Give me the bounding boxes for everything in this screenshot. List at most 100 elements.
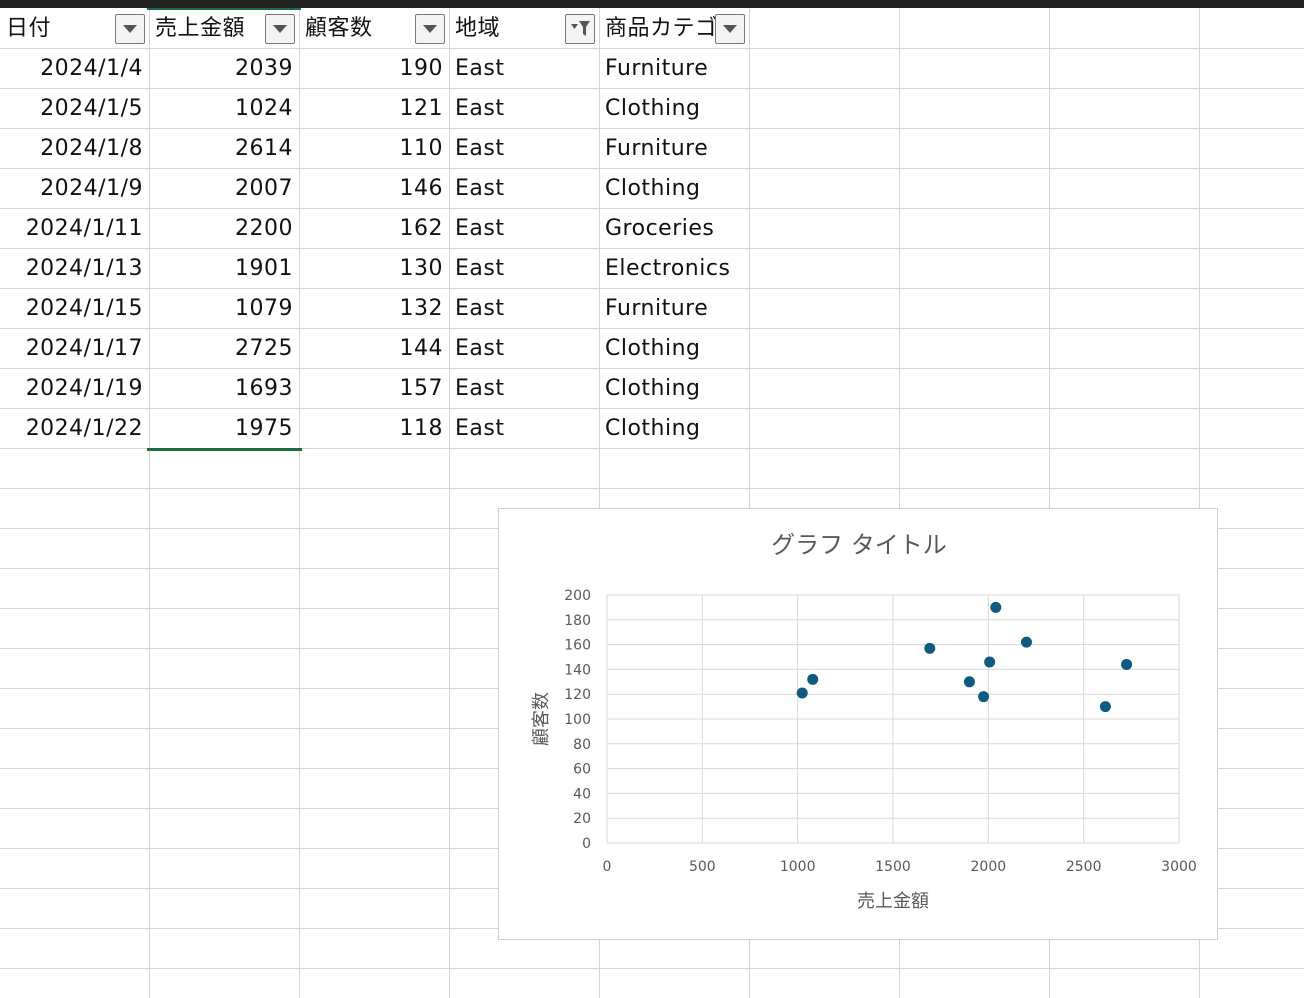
- chart-title[interactable]: グラフ タイトル: [771, 531, 947, 559]
- cell-category[interactable]: Groceries: [605, 209, 747, 248]
- data-point[interactable]: [807, 673, 819, 685]
- filter-dropdown-button[interactable]: [715, 14, 745, 44]
- cell-category[interactable]: Clothing: [605, 329, 747, 368]
- cell-customers[interactable]: 144: [299, 329, 443, 368]
- cell-customers[interactable]: 146: [299, 169, 443, 208]
- y-tick-label: 60: [573, 762, 591, 778]
- header-sales[interactable]: 売上金額: [150, 9, 269, 48]
- cell-region[interactable]: East: [455, 289, 597, 328]
- cell-region[interactable]: East: [455, 129, 597, 168]
- cell-sales[interactable]: 2614: [149, 129, 293, 168]
- chart-canvas: グラフ タイトル 0204060801001201401601802000 500…: [531, 531, 1197, 912]
- cell-date[interactable]: 2024/1/9: [0, 169, 143, 208]
- cell-category[interactable]: Clothing: [605, 369, 747, 408]
- cell-category[interactable]: Clothing: [605, 409, 747, 448]
- y-tick-label: 180: [564, 613, 591, 629]
- cell-category[interactable]: Clothing: [605, 89, 747, 128]
- x-axis-title[interactable]: 売上金額: [857, 891, 929, 912]
- cell-sales[interactable]: 2200: [149, 209, 293, 248]
- y-tick-label: 0: [582, 836, 591, 852]
- cell-date[interactable]: 2024/1/11: [0, 209, 143, 248]
- x-tick-label: 2500: [1066, 859, 1102, 875]
- y-tick-label: 160: [564, 638, 591, 654]
- cell-customers[interactable]: 132: [299, 289, 443, 328]
- cell-region[interactable]: East: [455, 49, 597, 88]
- header-region[interactable]: 地域: [450, 9, 569, 48]
- x-tick-label: 1000: [780, 859, 816, 875]
- cell-customers[interactable]: 130: [299, 249, 443, 288]
- filter-dropdown-button[interactable]: [415, 14, 445, 44]
- x-tick-label: 2000: [971, 859, 1007, 875]
- data-point[interactable]: [924, 642, 936, 654]
- y-tick-label: 200: [564, 588, 591, 604]
- cell-sales[interactable]: 1024: [149, 89, 293, 128]
- cell-date[interactable]: 2024/1/15: [0, 289, 143, 328]
- data-point[interactable]: [796, 687, 808, 699]
- y-tick-label: 20: [573, 811, 591, 827]
- filter-funnel-icon: [571, 21, 590, 36]
- cell-region[interactable]: East: [455, 369, 597, 408]
- cell-customers[interactable]: 118: [299, 409, 443, 448]
- cell-region[interactable]: East: [455, 329, 597, 368]
- cell-category[interactable]: Furniture: [605, 289, 747, 328]
- header-category[interactable]: 商品カテゴ: [600, 9, 723, 48]
- cell-sales[interactable]: 2039: [149, 49, 293, 88]
- scatter-chart[interactable]: グラフ タイトル 0 20 40 60 80 100 120 140 160 180 200 0 500…: [498, 508, 1218, 940]
- cell-sales[interactable]: 2725: [149, 329, 293, 368]
- cell-date[interactable]: 2024/1/17: [0, 329, 143, 368]
- data-point[interactable]: [978, 691, 990, 703]
- filter-dropdown-button[interactable]: [265, 14, 295, 44]
- data-point[interactable]: [1020, 636, 1032, 648]
- y-tick-label: 120: [564, 687, 591, 703]
- x-tick-label: 3000: [1161, 859, 1197, 875]
- cell-region[interactable]: East: [455, 169, 597, 208]
- cell-sales[interactable]: 1693: [149, 369, 293, 408]
- data-point[interactable]: [984, 656, 996, 668]
- x-tick-label: 500: [689, 859, 716, 875]
- cell-customers[interactable]: 162: [299, 209, 443, 248]
- data-point[interactable]: [990, 601, 1002, 613]
- cell-region[interactable]: East: [455, 409, 597, 448]
- cell-region[interactable]: East: [455, 89, 597, 128]
- selected-column-header-indicator: [147, 8, 301, 10]
- cell-date[interactable]: 2024/1/13: [0, 249, 143, 288]
- cell-customers[interactable]: 110: [299, 129, 443, 168]
- data-point[interactable]: [963, 676, 975, 688]
- filter-dropdown-button[interactable]: [115, 14, 145, 44]
- y-tick-label: 80: [573, 737, 591, 753]
- cell-category[interactable]: Electronics: [605, 249, 747, 288]
- cell-sales[interactable]: 1079: [149, 289, 293, 328]
- chevron-down-icon: [123, 25, 137, 33]
- row-gridline: [0, 968, 1304, 969]
- cell-category[interactable]: Furniture: [605, 129, 747, 168]
- chevron-down-icon: [273, 25, 287, 33]
- data-point[interactable]: [1099, 701, 1111, 713]
- cell-sales[interactable]: 1901: [149, 249, 293, 288]
- cell-customers[interactable]: 121: [299, 89, 443, 128]
- cell-category[interactable]: Clothing: [605, 169, 747, 208]
- cell-region[interactable]: East: [455, 209, 597, 248]
- cell-date[interactable]: 2024/1/4: [0, 49, 143, 88]
- selection-range-border: [147, 448, 302, 451]
- cell-customers[interactable]: 190: [299, 49, 443, 88]
- data-point[interactable]: [1121, 658, 1133, 670]
- header-customers[interactable]: 顧客数: [300, 9, 419, 48]
- cell-category[interactable]: Furniture: [605, 49, 747, 88]
- cell-customers[interactable]: 157: [299, 369, 443, 408]
- chevron-down-icon: [723, 25, 737, 33]
- y-tick-label: 100: [564, 712, 591, 728]
- y-axis-title[interactable]: 顧客数: [531, 692, 552, 746]
- cell-date[interactable]: 2024/1/19: [0, 369, 143, 408]
- cell-sales[interactable]: 1975: [149, 409, 293, 448]
- cell-date[interactable]: 2024/1/5: [0, 89, 143, 128]
- header-date[interactable]: 日付: [1, 9, 119, 48]
- cell-region[interactable]: East: [455, 249, 597, 288]
- column-gridline: [449, 8, 450, 998]
- filter-applied-button[interactable]: [565, 14, 595, 44]
- x-tick-label: 0: [603, 859, 612, 875]
- y-tick-label: 140: [564, 662, 591, 678]
- cell-date[interactable]: 2024/1/22: [0, 409, 143, 448]
- cell-sales[interactable]: 2007: [149, 169, 293, 208]
- cell-date[interactable]: 2024/1/8: [0, 129, 143, 168]
- x-tick-label: 1500: [875, 859, 911, 875]
